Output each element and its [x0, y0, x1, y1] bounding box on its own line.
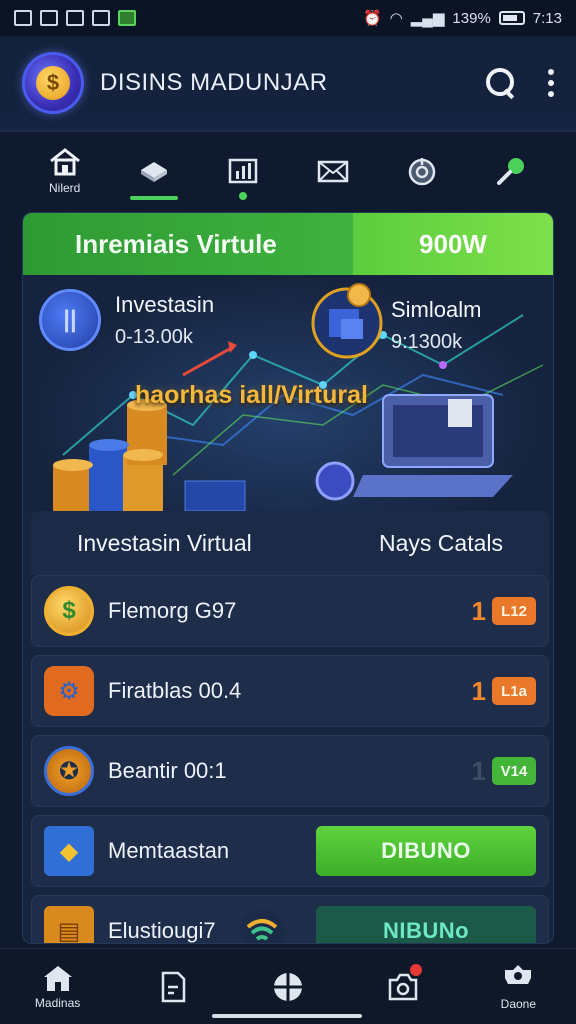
nav-label: Madinas — [34, 996, 81, 1010]
list-item-count: 1 — [471, 755, 486, 786]
home-icon — [49, 148, 80, 176]
clock: 7:13 — [532, 9, 562, 27]
mail-icon — [317, 160, 348, 183]
level-badge: V14 — [492, 757, 536, 785]
tab-label: Nilerd — [48, 181, 81, 195]
list-item-label: Beantir 00:1 — [108, 758, 227, 783]
list-header-left: Investasin Virtual — [77, 529, 252, 556]
banner-header: Inremiais Virtule 900W — [23, 213, 553, 275]
tab-chart[interactable] — [203, 136, 283, 206]
app-notification-icon — [118, 10, 136, 26]
banner-amount[interactable]: 900W — [353, 213, 553, 275]
target-icon — [408, 158, 436, 186]
level-badge: L12 — [492, 597, 536, 625]
list-item-label: Flemorg G97 — [108, 598, 237, 623]
coin-stack-icon — [53, 399, 246, 511]
tab-diamond[interactable] — [114, 136, 194, 206]
app-bar: $ DISINS MADUNJAR — [0, 36, 576, 132]
list-item-label: Memtaastan — [108, 838, 230, 863]
hero-illustration: || Investasin 0-13.00k Simloalm 9:1300k … — [23, 275, 553, 511]
home-icon — [43, 966, 72, 991]
virtual-investment-card: Inremiais Virtule 900W || Investasin 0-1… — [22, 212, 554, 944]
tag-icon: ◆ — [44, 826, 94, 876]
notification-icon — [40, 10, 58, 26]
tab-target[interactable] — [382, 136, 462, 206]
investment-list: Investasin Virtual Nays Catals $ Flemorg… — [31, 511, 549, 943]
nav-document[interactable] — [128, 952, 218, 1022]
tab-bar: Nilerd — [0, 134, 576, 208]
document-icon — [161, 971, 186, 1002]
nav-settings[interactable]: Daone — [473, 952, 563, 1022]
nav-label: Daone — [500, 997, 537, 1011]
investment-name: Investasin — [115, 291, 215, 317]
list-header-right: Nays Catals — [379, 529, 503, 556]
list-item[interactable]: $ Flemorg G97 1 L12 — [31, 575, 549, 647]
list-item[interactable]: ⚙ Firatblas 00.4 1 L1a — [31, 655, 549, 727]
notification-icon — [92, 10, 110, 26]
more-vert-icon[interactable] — [548, 69, 554, 97]
banner-title: Inremiais Virtule — [23, 213, 353, 275]
hero-caption: haorhas iall/Virtural — [135, 381, 368, 409]
chart-icon — [229, 158, 258, 184]
list-item-count: 1 — [471, 675, 486, 706]
wifi-icon — [239, 909, 284, 943]
simulation-value: 9:1300k — [391, 331, 463, 353]
list-item-label: Elustiougi7 — [108, 918, 216, 943]
tab-mail[interactable] — [293, 136, 373, 206]
tab-pin[interactable] — [471, 136, 551, 206]
chest-icon: ▤ — [44, 906, 94, 943]
gear-icon — [505, 965, 532, 984]
nav-globe[interactable] — [243, 952, 333, 1022]
laptop-icon — [353, 394, 513, 497]
pin-icon — [497, 158, 525, 185]
tab-home[interactable]: Nilerd — [25, 136, 105, 206]
shield-coin-icon: ✪ — [44, 746, 94, 796]
app-title: DISINS MADUNJAR — [100, 69, 328, 96]
dollar-coin-icon: $ — [36, 66, 70, 100]
action-button[interactable]: NIBUNo — [316, 906, 536, 943]
wifi-icon: ◠ — [389, 10, 403, 27]
list-item-label: Firatblas 00.4 — [108, 678, 242, 703]
list-item: ◆ Memtaastan DIBUNO — [31, 815, 549, 887]
nav-home[interactable]: Madinas — [13, 952, 103, 1022]
notification-icon — [14, 10, 32, 26]
bottom-navigation: Madinas Daone — [0, 948, 576, 1024]
diamond-icon — [140, 162, 167, 182]
signal-icon: ▂▄▆ — [410, 10, 445, 27]
list-header: Investasin Virtual Nays Catals — [31, 511, 549, 575]
notification-badge — [410, 963, 423, 976]
list-item: ▤ Elustiougi7 NIBUNo — [31, 895, 549, 943]
globe-icon — [273, 972, 302, 1001]
active-dot — [239, 192, 248, 200]
dollar-coin-icon: $ — [44, 586, 94, 636]
alarm-icon: ⏰ — [362, 10, 382, 27]
simulation-name: Simloalm — [391, 297, 482, 322]
list-item[interactable]: ✪ Beantir 00:1 1 V14 — [31, 735, 549, 807]
level-badge: L1a — [492, 677, 536, 705]
search-icon[interactable] — [486, 68, 516, 98]
gear-icon: ⚙ — [44, 666, 94, 716]
battery-percent: 139% — [452, 9, 491, 27]
home-indicator[interactable] — [212, 1014, 362, 1018]
investment-value: 0-13.00k — [115, 325, 193, 348]
nav-camera[interactable] — [358, 952, 448, 1022]
action-button[interactable]: DIBUNO — [316, 826, 536, 876]
list-item-count: 1 — [471, 595, 486, 626]
app-logo: $ — [22, 52, 84, 114]
notification-icon — [66, 10, 84, 26]
status-bar: ⏰ ◠ ▂▄▆ 139% 7:13 — [0, 0, 576, 36]
investment-badge-icon: || — [39, 289, 101, 351]
battery-icon — [498, 11, 525, 25]
crypto-cube-icon — [311, 283, 383, 359]
